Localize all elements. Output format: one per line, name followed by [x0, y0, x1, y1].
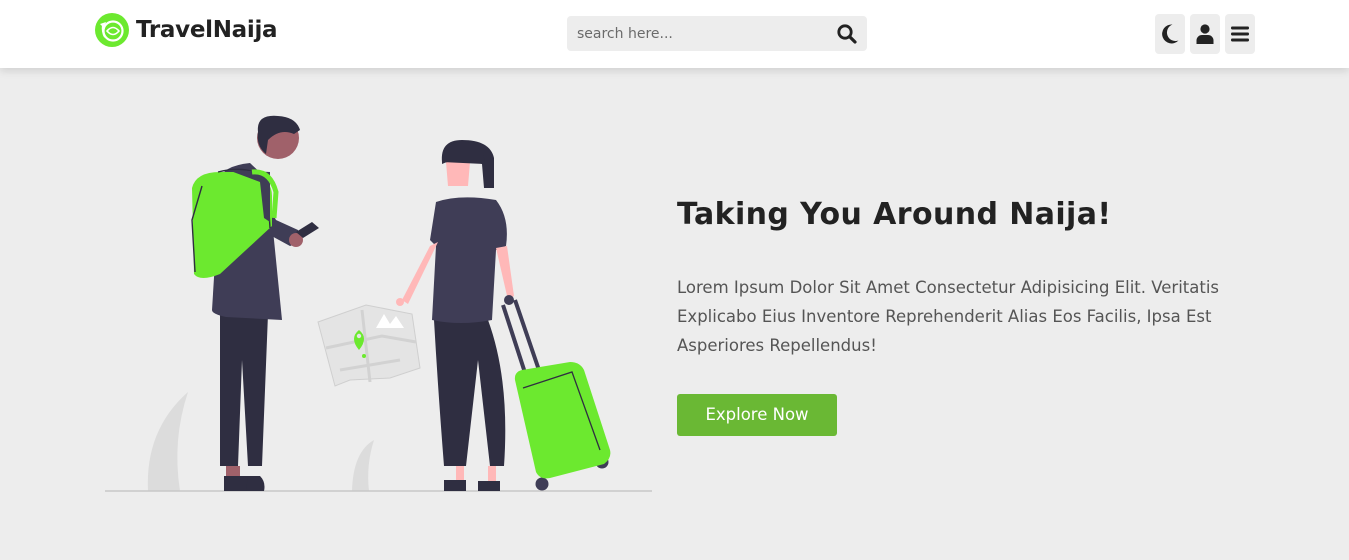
brand-name: TravelNaija [136, 17, 278, 43]
female-traveler [402, 140, 514, 491]
suitcase [501, 295, 611, 491]
globe-plane-icon [95, 13, 129, 47]
menu-button[interactable] [1225, 14, 1255, 54]
explore-now-button[interactable]: Explore Now [677, 394, 837, 436]
travelers-illustration [105, 115, 652, 492]
dark-mode-toggle[interactable] [1155, 14, 1185, 54]
map [317, 298, 421, 387]
menu-icon [1231, 26, 1249, 42]
hero-content: Taking You Around Naija! Lorem Ipsum Dol… [677, 195, 1237, 436]
brand-logo[interactable]: TravelNaija [94, 12, 278, 48]
hero-description: Lorem Ipsum Dolor Sit Amet Consectetur A… [677, 278, 1220, 355]
male-traveler [191, 115, 319, 491]
user-icon [1196, 24, 1214, 44]
search-input[interactable] [567, 16, 827, 51]
grass-left [147, 392, 188, 491]
search-icon [837, 23, 857, 44]
site-header: TravelNaija [0, 0, 1349, 68]
search-button[interactable] [827, 16, 867, 51]
hero-title: Taking You Around Naija! [677, 197, 1112, 232]
grass-mid [352, 440, 374, 491]
search-form [567, 16, 867, 51]
user-button[interactable] [1190, 14, 1220, 54]
moon-icon [1162, 24, 1179, 44]
